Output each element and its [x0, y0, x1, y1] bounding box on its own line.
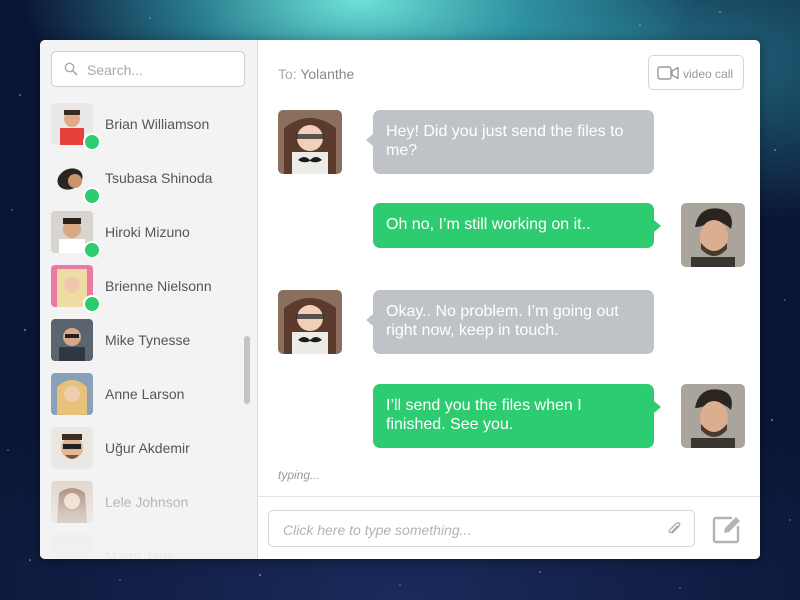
- avatar: [51, 481, 93, 523]
- contacts-sidebar: Brian Williamson Tsubasa Shinoda Hiroki …: [40, 40, 258, 559]
- contact-name: Mike Tynesse: [105, 332, 191, 348]
- typing-indicator: typing...: [278, 468, 321, 482]
- conversation-panel: To: Yolanthe video call Hey! Did you jus…: [258, 40, 760, 559]
- contact-item[interactable]: Anne Larson: [40, 371, 257, 425]
- avatar-self: [681, 384, 745, 448]
- online-indicator: [83, 133, 101, 151]
- avatar: [51, 535, 93, 559]
- contact-name: Brian Williamson: [105, 116, 210, 132]
- avatar: [51, 373, 93, 415]
- contact-item[interactable]: Brienne Nielsonn: [40, 263, 257, 317]
- avatar-yolanthe: [278, 110, 342, 174]
- contact-name: Anne Larson: [105, 386, 185, 402]
- compose-edit-icon[interactable]: [712, 514, 742, 544]
- composer-bar: [258, 496, 760, 559]
- contact-item[interactable]: Hiroki Mizuno: [40, 209, 257, 263]
- recipient-header: To: Yolanthe: [278, 66, 354, 82]
- video-camera-icon: [657, 66, 679, 80]
- contact-list-scrollbar[interactable]: [244, 336, 250, 404]
- contact-name: Lele Johnson: [105, 494, 189, 510]
- message-input[interactable]: [281, 511, 655, 548]
- message-bubble-outgoing: Oh no, I’m still working on it..: [373, 203, 661, 248]
- message-composer[interactable]: [268, 510, 695, 548]
- search-input[interactable]: [85, 52, 239, 88]
- video-call-label: video call: [683, 67, 734, 81]
- contact-name: Tsubasa Shinoda: [105, 170, 213, 186]
- contact-list: Brian Williamson Tsubasa Shinoda Hiroki …: [40, 101, 257, 559]
- online-indicator: [83, 295, 101, 313]
- video-call-button[interactable]: video call: [648, 55, 744, 90]
- contact-item[interactable]: Mike Tynesse: [40, 317, 257, 371]
- contact-name: Brienne Nielsonn: [105, 278, 212, 294]
- recipient-name: Yolanthe: [300, 66, 355, 82]
- search-icon: [64, 62, 78, 76]
- contact-name: Hiroki Mizuno: [105, 224, 190, 240]
- paperclip-icon[interactable]: [667, 521, 681, 537]
- contact-name: Marry Jane: [105, 548, 176, 559]
- contact-item[interactable]: Lele Johnson: [40, 479, 257, 533]
- avatar: [51, 427, 93, 469]
- contact-item[interactable]: Tsubasa Shinoda: [40, 155, 257, 209]
- to-label: To:: [278, 66, 297, 82]
- search-box[interactable]: [51, 51, 245, 88]
- contact-item[interactable]: Uğur Akdemir: [40, 425, 257, 479]
- avatar-self: [681, 203, 745, 267]
- online-indicator: [83, 241, 101, 259]
- contact-item[interactable]: Marry Jane: [40, 533, 257, 559]
- contact-name: Uğur Akdemir: [105, 440, 190, 456]
- avatar: [51, 319, 93, 361]
- message-bubble-outgoing: I’ll send you the files when I finished.…: [373, 384, 661, 448]
- message-bubble-incoming: Okay.. No problem. I’m going out right n…: [366, 290, 654, 354]
- message-bubble-incoming: Hey! Did you just send the files to me?: [366, 110, 654, 174]
- online-indicator: [83, 187, 101, 205]
- chat-window: Brian Williamson Tsubasa Shinoda Hiroki …: [40, 40, 760, 559]
- contact-item[interactable]: Brian Williamson: [40, 101, 257, 155]
- avatar-yolanthe: [278, 290, 342, 354]
